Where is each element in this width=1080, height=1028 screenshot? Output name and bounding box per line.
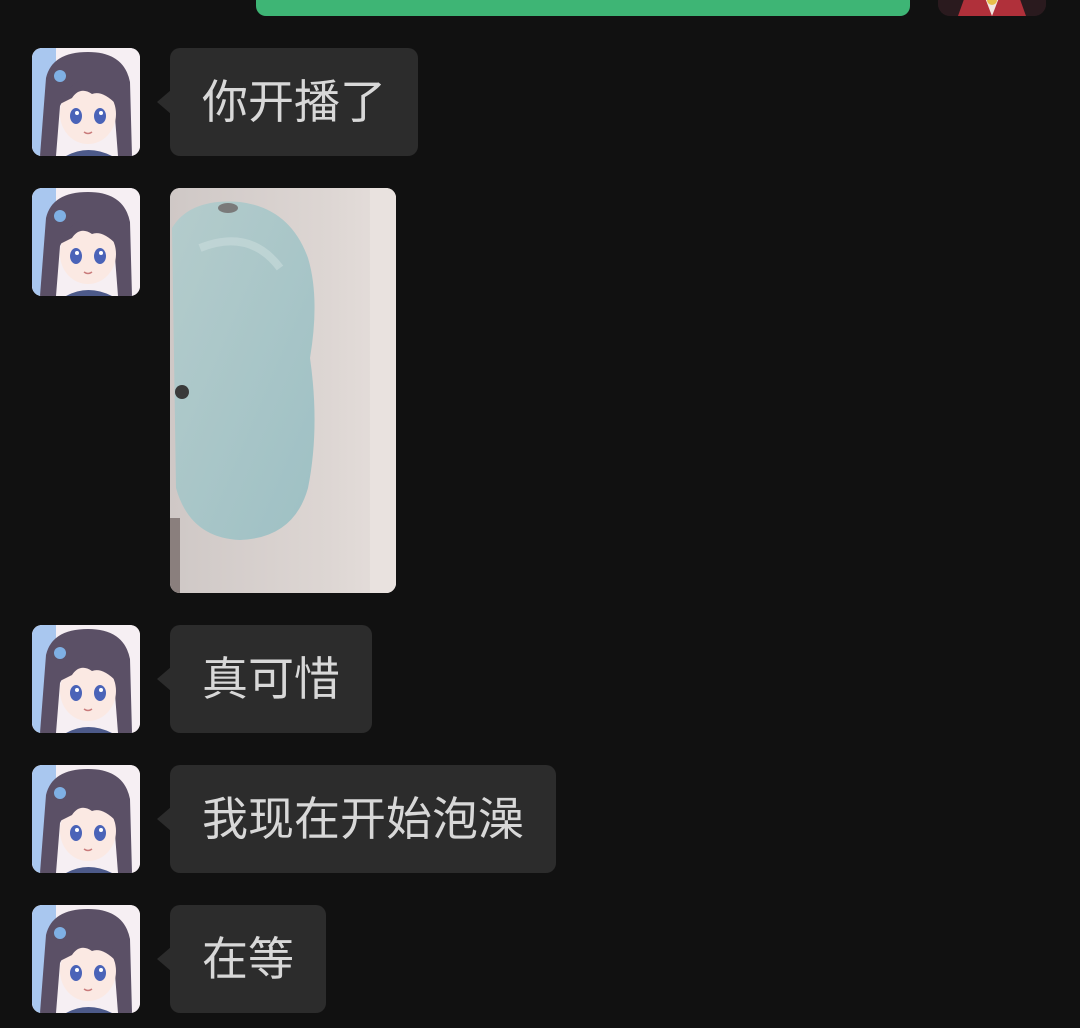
message-bubble[interactable]: 真可惜 [157, 625, 372, 733]
contact-avatar[interactable] [32, 905, 140, 1013]
contact-avatar[interactable] [32, 188, 140, 296]
contact-avatar[interactable] [32, 48, 140, 156]
my-avatar[interactable] [938, 0, 1046, 16]
anime-girl-avatar-icon [32, 905, 140, 1013]
message-bubble[interactable]: 你开播了 [157, 48, 418, 156]
anime-girl-avatar-icon [32, 625, 140, 733]
contact-avatar[interactable] [32, 765, 140, 873]
anime-girl-avatar-icon [32, 188, 140, 296]
message-bubble[interactable]: 在等 [157, 905, 326, 1013]
bathtub-photo[interactable] [170, 188, 396, 593]
message-bubble[interactable]: 我现在开始泡澡 [157, 765, 556, 873]
anime-girl-avatar-icon [32, 48, 140, 156]
anime-girl-avatar-icon [32, 765, 140, 873]
contact-avatar[interactable] [32, 625, 140, 733]
outgoing-message-bubble[interactable] [256, 0, 910, 16]
